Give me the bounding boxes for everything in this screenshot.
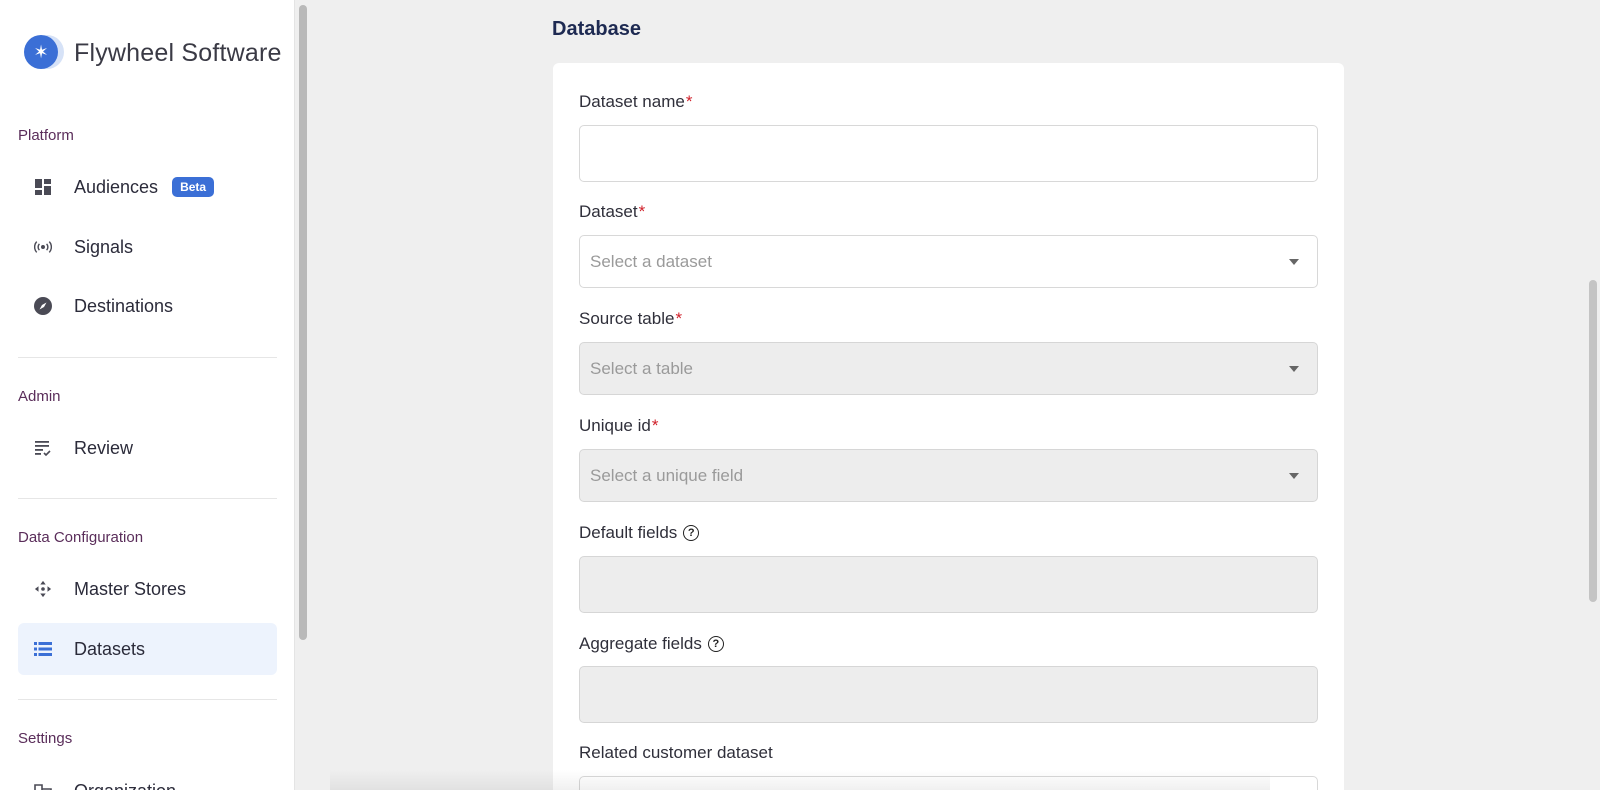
dataset-list-icon	[34, 640, 52, 658]
broadcast-icon	[34, 238, 52, 256]
sidebar-item-label: Datasets	[74, 638, 146, 659]
compass-icon	[34, 297, 52, 315]
brand-logo[interactable]: ✶ Flywheel Software	[24, 35, 282, 71]
sidebar-item-destinations[interactable]: Destinations	[18, 280, 277, 332]
dataset-name-input[interactable]	[579, 125, 1318, 182]
required-marker: *	[685, 92, 693, 111]
dashboard-icon	[34, 178, 52, 196]
sidebar-item-label: Destinations	[74, 295, 174, 316]
move-arrows-icon	[34, 580, 52, 598]
flywheel-logo-icon: ✶	[24, 35, 64, 71]
sidebar-item-label: Review	[74, 437, 134, 458]
help-icon[interactable]: ?	[683, 525, 700, 541]
section-label-platform: Platform	[18, 127, 74, 144]
sidebar-item-organization[interactable]: Organization	[18, 765, 277, 790]
section-label-settings: Settings	[18, 730, 73, 747]
page-title: Database	[552, 18, 641, 40]
sidebar-item-label: Audiences	[74, 176, 159, 197]
chevron-down-icon	[1289, 365, 1299, 372]
default-fields-label: Default fields?	[579, 523, 700, 543]
sidebar-item-datasets[interactable]: Datasets	[18, 623, 277, 675]
source-table-select[interactable]: Select a table	[579, 342, 1318, 395]
related-customer-dataset-label: Related customer dataset	[579, 743, 773, 762]
required-marker: *	[675, 309, 683, 328]
chevron-down-icon	[1289, 258, 1299, 265]
unique-id-select-placeholder: Select a unique field	[590, 465, 744, 485]
dataset-name-label: Dataset name *	[579, 92, 693, 111]
bottom-shadow	[330, 770, 1270, 790]
sidebar-scrollbar[interactable]	[299, 5, 307, 640]
brand-name: Flywheel Software	[74, 38, 282, 67]
source-table-label: Source table *	[579, 309, 683, 328]
page-scrollbar[interactable]	[1589, 280, 1597, 602]
required-marker: *	[638, 202, 646, 221]
section-label-data-configuration: Data Configuration	[18, 529, 144, 546]
dataset-select[interactable]: Select a dataset	[579, 235, 1318, 288]
section-label-admin: Admin	[18, 388, 61, 405]
help-icon[interactable]: ?	[707, 636, 724, 652]
aggregate-fields-label: Aggregate fields?	[579, 634, 724, 654]
sidebar-divider	[18, 498, 277, 499]
sidebar-item-label: Master Stores	[74, 578, 187, 599]
aggregate-fields-input[interactable]	[579, 666, 1318, 723]
dataset-label: Dataset *	[579, 202, 646, 221]
sidebar-item-review[interactable]: Review	[18, 422, 277, 474]
beta-badge: Beta	[172, 177, 215, 197]
dataset-select-placeholder: Select a dataset	[590, 251, 712, 271]
sidebar-item-label: Signals	[74, 236, 134, 257]
list-check-icon	[34, 439, 52, 457]
default-fields-input[interactable]	[579, 556, 1318, 613]
sidebar-item-master-stores[interactable]: Master Stores	[18, 563, 277, 615]
sidebar-divider	[18, 699, 277, 700]
source-table-select-placeholder: Select a table	[590, 358, 694, 378]
unique-id-label: Unique id *	[579, 416, 659, 435]
unique-id-select[interactable]: Select a unique field	[579, 449, 1318, 502]
sidebar-divider	[18, 357, 277, 358]
organization-icon	[34, 782, 52, 790]
sidebar: ✶ Flywheel Software Platform Audiences B…	[0, 0, 295, 790]
required-marker: *	[651, 416, 659, 435]
sidebar-item-label: Organization	[74, 781, 176, 790]
chevron-down-icon	[1289, 472, 1299, 479]
sidebar-item-audiences[interactable]: Audiences Beta	[18, 161, 277, 213]
sidebar-item-signals[interactable]: Signals	[18, 221, 277, 273]
